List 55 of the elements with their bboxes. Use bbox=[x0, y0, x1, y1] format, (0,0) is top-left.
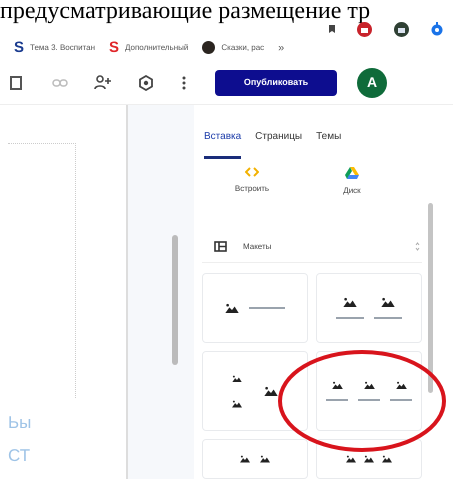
layout-tile[interactable] bbox=[316, 351, 422, 431]
text-line bbox=[374, 317, 402, 320]
image-icon bbox=[260, 455, 270, 463]
panel-scrollbar[interactable] bbox=[428, 203, 433, 393]
text-line bbox=[336, 317, 364, 320]
image-icon bbox=[232, 374, 242, 382]
site-logo-icon: S bbox=[14, 40, 24, 56]
image-icon bbox=[343, 296, 357, 308]
layouts-header[interactable]: Макеты bbox=[202, 231, 422, 263]
layout-tile[interactable] bbox=[316, 439, 422, 479]
canvas-text: СТ bbox=[8, 447, 32, 464]
image-icon bbox=[232, 400, 242, 408]
layout-tile[interactable] bbox=[202, 439, 308, 479]
text-line bbox=[326, 399, 348, 402]
panel-tab[interactable]: Темы bbox=[316, 129, 342, 159]
extension-icon[interactable] bbox=[357, 22, 372, 36]
bookmark-icon[interactable] bbox=[329, 25, 335, 33]
settings-icon[interactable] bbox=[138, 74, 154, 91]
text-line bbox=[249, 307, 285, 309]
layout-icon bbox=[214, 241, 227, 252]
image-icon bbox=[332, 380, 342, 390]
canvas-text: Ьы bbox=[8, 414, 32, 431]
layout-tile[interactable] bbox=[202, 351, 308, 431]
bookmark-item[interactable]: S Дополнительный bbox=[109, 40, 188, 56]
more-bookmarks[interactable]: » bbox=[278, 40, 284, 56]
image-icon bbox=[364, 380, 374, 390]
site-logo-icon: S bbox=[109, 40, 120, 56]
more-menu-icon[interactable] bbox=[182, 76, 186, 90]
image-icon bbox=[264, 386, 278, 396]
heading-text: предусматривающие размещение тр bbox=[0, 0, 372, 22]
bookmark-item[interactable]: Сказки, рас bbox=[202, 41, 264, 54]
preview-icon[interactable] bbox=[10, 76, 22, 90]
panel-tab[interactable]: Страницы bbox=[255, 129, 302, 159]
publish-button[interactable]: Опубликовать bbox=[215, 70, 337, 96]
image-icon bbox=[225, 302, 239, 314]
image-icon bbox=[382, 455, 392, 463]
insert-item[interactable]: Диск bbox=[302, 163, 402, 197]
extension-icon[interactable] bbox=[394, 22, 409, 36]
text-line bbox=[390, 399, 412, 402]
scrollbar[interactable] bbox=[172, 235, 178, 365]
add-person-icon[interactable] bbox=[94, 75, 112, 90]
bookmark-item[interactable]: S Тема 3. Воспитан bbox=[14, 40, 95, 56]
image-icon bbox=[381, 296, 395, 308]
image-icon bbox=[240, 455, 250, 463]
image-icon bbox=[364, 455, 374, 463]
layout-tile[interactable] bbox=[316, 273, 422, 343]
layout-tile[interactable] bbox=[202, 273, 308, 343]
panel-tab[interactable]: Вставка bbox=[204, 129, 242, 159]
image-icon bbox=[346, 455, 356, 463]
image-icon bbox=[396, 380, 406, 390]
avatar[interactable]: A bbox=[357, 68, 387, 98]
drive-icon bbox=[345, 167, 359, 179]
embed-code-icon bbox=[245, 167, 259, 177]
insert-item[interactable]: Встроить bbox=[202, 163, 302, 197]
text-line bbox=[358, 399, 380, 402]
